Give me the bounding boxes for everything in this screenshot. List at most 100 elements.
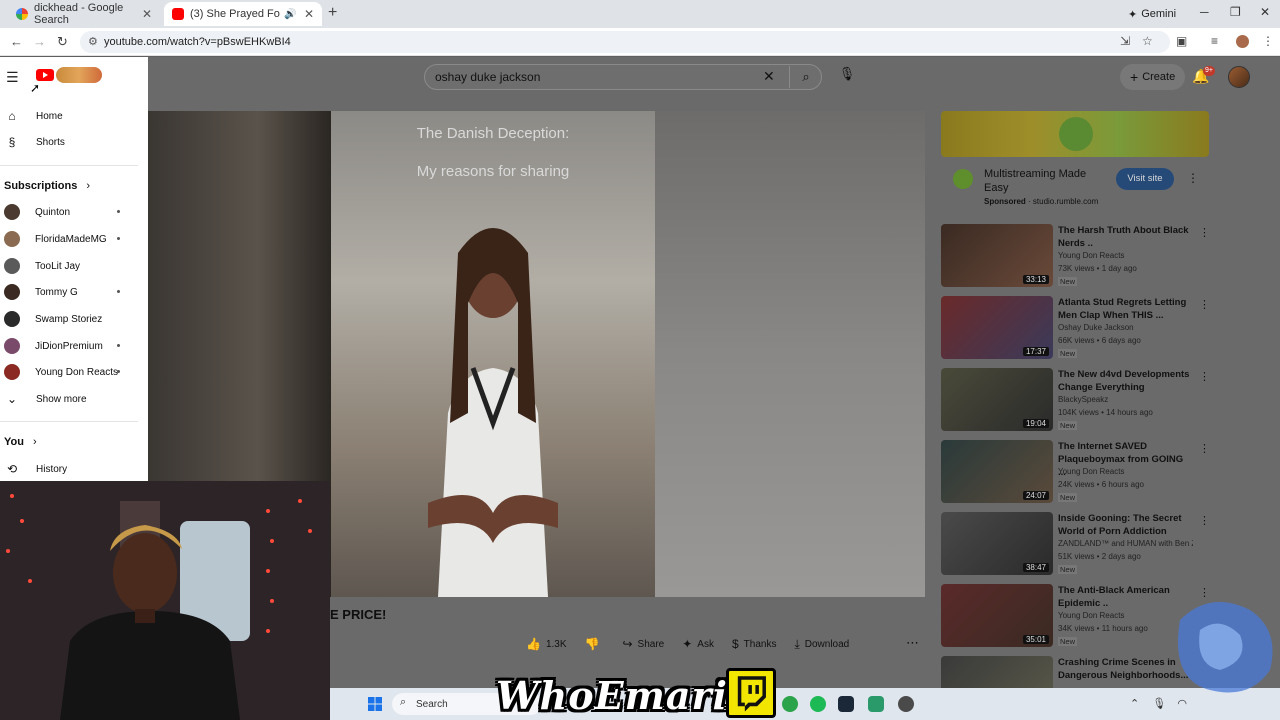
sidebar-item-home[interactable]: ⌂ Home (0, 103, 148, 129)
recommendation-menu-icon[interactable]: ⋮ (1199, 442, 1210, 455)
video-thumbnail[interactable]: 19:04 (941, 368, 1053, 431)
subscriptions-label: Subscriptions (4, 180, 78, 192)
taskbar-app-icon[interactable] (868, 696, 884, 712)
extensions-icon[interactable]: ▣ (1176, 34, 1187, 48)
dislike-button[interactable]: 👎 (585, 637, 605, 651)
subscriptions-heading[interactable]: Subscriptions › (4, 180, 90, 192)
menu-icon[interactable]: ☰ (6, 69, 19, 86)
duration-badge: 38:47 (1022, 563, 1049, 572)
channel-name[interactable]: Young Don Reacts (1058, 611, 1124, 620)
video-meta: 66K views • 6 days ago (1058, 336, 1141, 345)
sidebar-item-young-don-reacts[interactable]: Young Don Reacts (0, 359, 148, 385)
install-icon[interactable]: ⇲ (1120, 34, 1130, 48)
recommendation-menu-icon[interactable]: ⋮ (1199, 514, 1210, 527)
windows-start-icon[interactable] (368, 697, 382, 711)
tab-google-search[interactable]: dickhead - Google Search ✕ (8, 2, 160, 26)
sidebar-item-quinton[interactable]: Quinton (0, 199, 148, 225)
forward-icon[interactable]: → (33, 34, 46, 49)
profile-avatar[interactable] (1236, 35, 1249, 48)
share-button[interactable]: ↪ Share (622, 637, 664, 651)
recommendation-menu-icon[interactable]: ⋮ (1199, 370, 1210, 383)
recommendation-item[interactable]: 24:07 The Internet SAVED Plaqueboymax fr… (941, 440, 1210, 504)
spotify-icon[interactable] (810, 696, 826, 712)
sponsored-ad[interactable]: Multistreaming Made Easy Sponsored · stu… (941, 111, 1209, 211)
sidebar-item-floridamademg[interactable]: FloridaMadeMG (0, 226, 148, 252)
search-icon[interactable]: ⌕ (789, 66, 822, 88)
ad-advertiser-icon (953, 169, 973, 189)
sidebar-show-more[interactable]: ⌄ Show more (0, 386, 148, 412)
like-button[interactable]: 👍 1.3K (526, 637, 567, 651)
recommendation-item[interactable]: 38:47 Inside Gooning: The Secret World o… (941, 512, 1210, 576)
taskbar-app-icon[interactable] (782, 696, 798, 712)
clear-search-icon[interactable]: ✕ (763, 68, 775, 85)
more-actions-icon[interactable]: ⋯ (906, 635, 919, 651)
home-icon: ⌂ (8, 109, 16, 123)
thanks-button[interactable]: $ Thanks (732, 637, 776, 651)
audio-icon[interactable]: 🔊 (284, 9, 296, 20)
reload-icon[interactable]: ↻ (57, 34, 68, 50)
new-tab-button[interactable]: + (328, 4, 337, 22)
close-window-icon[interactable]: ✕ (1260, 5, 1270, 19)
tab-youtube-video[interactable]: (3) She Prayed For A White 🔊 ✕ (164, 2, 322, 26)
sidebar-item-shorts[interactable]: § Shorts (0, 129, 148, 155)
notification-count-badge: 9+ (1203, 66, 1215, 76)
recommendation-title[interactable]: Inside Gooning: The Secret World of Porn… (1058, 512, 1190, 538)
video-thumbnail[interactable]: 17:37 (941, 296, 1053, 359)
channel-name[interactable]: Young Don Reacts (1058, 467, 1124, 476)
back-icon[interactable]: ← (10, 34, 23, 49)
channel-name[interactable]: BlackySpeakz (1058, 395, 1108, 404)
you-heading[interactable]: You › (4, 436, 37, 448)
gemini-button[interactable]: ✦ Gemini (1120, 4, 1184, 24)
recommendation-title[interactable]: The Harsh Truth About Black Nerds .. (1058, 224, 1190, 250)
download-button[interactable]: ⤓ Download (794, 637, 849, 652)
ask-button[interactable]: ✦ Ask (682, 637, 714, 651)
channel-avatar (4, 231, 20, 247)
youtube-doodle[interactable] (56, 67, 102, 83)
steam-icon[interactable] (838, 696, 854, 712)
sidebar-item-history[interactable]: ⟲ History (0, 456, 148, 482)
video-thumbnail[interactable]: 33:13 (941, 224, 1053, 287)
sidebar-item-tommy-g[interactable]: Tommy G (0, 279, 148, 305)
search-bar[interactable]: oshay duke jackson ✕ ⌕ (424, 64, 822, 90)
video-thumbnail[interactable]: 24:07 (941, 440, 1053, 503)
close-tab-icon[interactable]: ✕ (142, 7, 152, 21)
bookmark-star-icon[interactable]: ☆ (1142, 34, 1153, 48)
video-thumbnail[interactable]: 35:01 (941, 584, 1053, 647)
close-tab-icon[interactable]: ✕ (304, 7, 314, 21)
ad-banner-image[interactable] (941, 111, 1209, 157)
account-avatar[interactable] (1228, 66, 1250, 88)
channel-name[interactable]: ZANDLAND™ and HUMAN with Ben Zand (1058, 539, 1193, 548)
site-info-icon[interactable]: ⚙ (88, 35, 98, 48)
browser-menu-icon[interactable]: ⋮ (1262, 34, 1274, 48)
channel-name[interactable]: Young Don Reacts (1058, 251, 1124, 260)
recommendation-item[interactable]: 33:13 The Harsh Truth About Black Nerds … (941, 224, 1210, 288)
sidebar-item-toolit-jay[interactable]: TooLit Jay (0, 253, 148, 279)
microphone-icon[interactable]: 🎙 (836, 66, 858, 88)
channel-name[interactable]: Oshay Duke Jackson (1058, 323, 1134, 332)
media-control-icon[interactable]: ≡ (1211, 34, 1218, 48)
recommendation-title[interactable]: The New d4vd Developments Change Everyth… (1058, 368, 1190, 394)
show-more-label: Show more (36, 393, 87, 405)
chevron-up-icon[interactable]: ⌃ (1130, 698, 1139, 710)
sidebar-item-swamp-storiez[interactable]: Swamp Storiez (0, 306, 148, 332)
recommendation-title[interactable]: Atlanta Stud Regrets Letting Men Clap Wh… (1058, 296, 1190, 322)
video-thumbnail[interactable]: 38:47 (941, 512, 1053, 575)
ad-menu-icon[interactable]: ⋮ (1187, 171, 1199, 185)
search-input[interactable]: oshay duke jackson (435, 70, 540, 84)
recommendation-menu-icon[interactable]: ⋮ (1199, 226, 1210, 239)
recommendation-item[interactable]: 17:37 Atlanta Stud Regrets Letting Men C… (941, 296, 1210, 360)
history-icon: ⟲ (6, 462, 18, 476)
url-bar[interactable]: ⚙ youtube.com/watch?v=pBswEHKwBI4 (80, 31, 1170, 53)
sidebar-item-jidionpremium[interactable]: JiDionPremium (0, 333, 148, 359)
thumbs-up-icon: 👍 (526, 637, 541, 651)
restore-icon[interactable]: ❐ (1230, 5, 1241, 19)
minimize-icon[interactable]: ─ (1200, 5, 1209, 19)
video-thumbnail[interactable] (941, 656, 1053, 688)
recommendation-menu-icon[interactable]: ⋮ (1199, 298, 1210, 311)
new-badge: New (1058, 565, 1078, 574)
create-button[interactable]: + Create (1120, 64, 1186, 90)
visit-site-button[interactable]: Visit site (1116, 168, 1174, 190)
ad-title[interactable]: Multistreaming Made Easy (984, 167, 1104, 195)
taskbar-app-icon[interactable] (898, 696, 914, 712)
recommendation-item[interactable]: 19:04 The New d4vd Developments Change E… (941, 368, 1210, 432)
